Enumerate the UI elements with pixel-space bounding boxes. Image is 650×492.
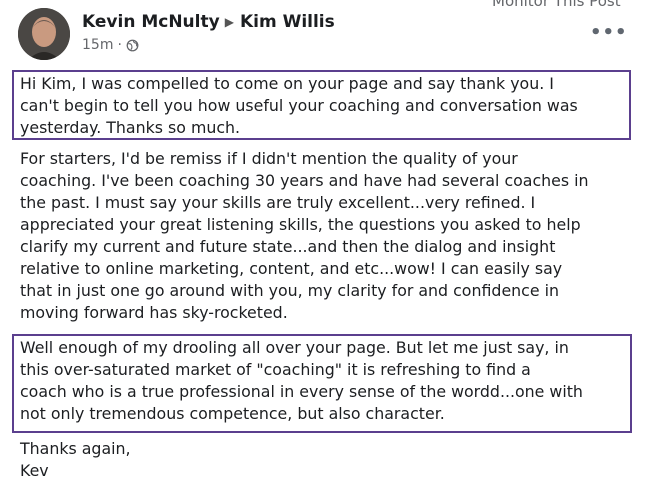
text-line: Kev [20, 461, 49, 480]
post-header-names: Kevin McNulty ▶ Kim Willis [82, 12, 335, 32]
text-line: this over-saturated market of "coaching"… [20, 360, 531, 379]
text-line: For starters, I'd be remiss if I didn't … [20, 149, 518, 168]
highlighted-paragraph-3: Well enough of my drooling all over your… [12, 334, 632, 433]
text-line: Well enough of my drooling all over your… [20, 338, 569, 357]
text-line: coach who is a true professional in ever… [20, 382, 583, 401]
recipient-name-link[interactable]: Kim Willis [240, 12, 335, 32]
text-line: Thanks again, [20, 439, 131, 458]
more-options-icon[interactable]: ••• [590, 22, 628, 43]
author-name-link[interactable]: Kevin McNulty [82, 12, 220, 32]
text-line: moving forward has sky-rocketed. [20, 303, 288, 322]
text-line: clarify my current and future state...an… [20, 237, 556, 256]
text-line: coaching. I've been coaching 30 years an… [20, 171, 589, 190]
text-line: that in just one go around with you, my … [20, 281, 560, 300]
text-line: relative to online marketing, content, a… [20, 259, 563, 278]
avatar[interactable] [18, 8, 70, 60]
text-line: not only tremendous competence, but also… [20, 404, 445, 423]
monitor-post-link[interactable]: Monitor This Post [492, 0, 621, 10]
globe-icon[interactable] [126, 39, 139, 52]
text-line: yesterday. Thanks so much. [20, 118, 241, 137]
paragraph-2: For starters, I'd be remiss if I didn't … [20, 148, 632, 324]
triangle-right-icon: ▶ [224, 15, 234, 29]
text-line: appreciated your great listening skills,… [20, 215, 581, 234]
post-timestamp-link[interactable]: 15m [82, 37, 113, 53]
post-meta: 15m · [82, 37, 139, 53]
meta-separator: · [117, 37, 122, 53]
text-line: Hi Kim, I was compelled to come on your … [20, 74, 554, 93]
text-line: can't begin to tell you how useful your … [20, 96, 578, 115]
text-line: the past. I must say your skills are tru… [20, 193, 536, 212]
highlighted-paragraph-1: Hi Kim, I was compelled to come on your … [12, 70, 631, 140]
closing-paragraph: Thanks again, Kev [20, 438, 632, 482]
